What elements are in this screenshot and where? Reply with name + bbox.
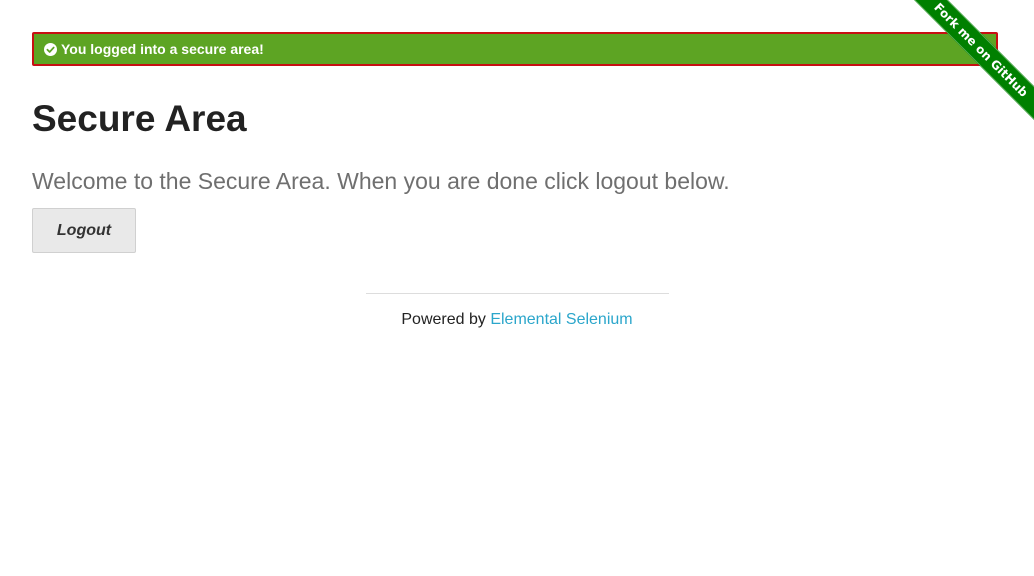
github-ribbon-container: Fork me on GitHub [884, 0, 1034, 150]
logout-button[interactable]: Logout [32, 208, 136, 253]
footer-prefix-text: Powered by [401, 311, 491, 328]
flash-message: You logged into a secure area! × [32, 32, 998, 66]
check-circle-icon [44, 42, 57, 56]
flash-message-text: You logged into a secure area! [61, 41, 264, 57]
welcome-subheader: Welcome to the Secure Area. When you are… [32, 168, 730, 194]
page-footer: Powered by Elemental Selenium [0, 311, 1034, 329]
page-title: Secure Area [32, 98, 247, 139]
footer-divider [366, 293, 669, 294]
elemental-selenium-link[interactable]: Elemental Selenium [490, 311, 632, 328]
fork-me-on-github-link[interactable]: Fork me on GitHub [905, 0, 1034, 126]
logout-button-label: Logout [56, 221, 112, 239]
